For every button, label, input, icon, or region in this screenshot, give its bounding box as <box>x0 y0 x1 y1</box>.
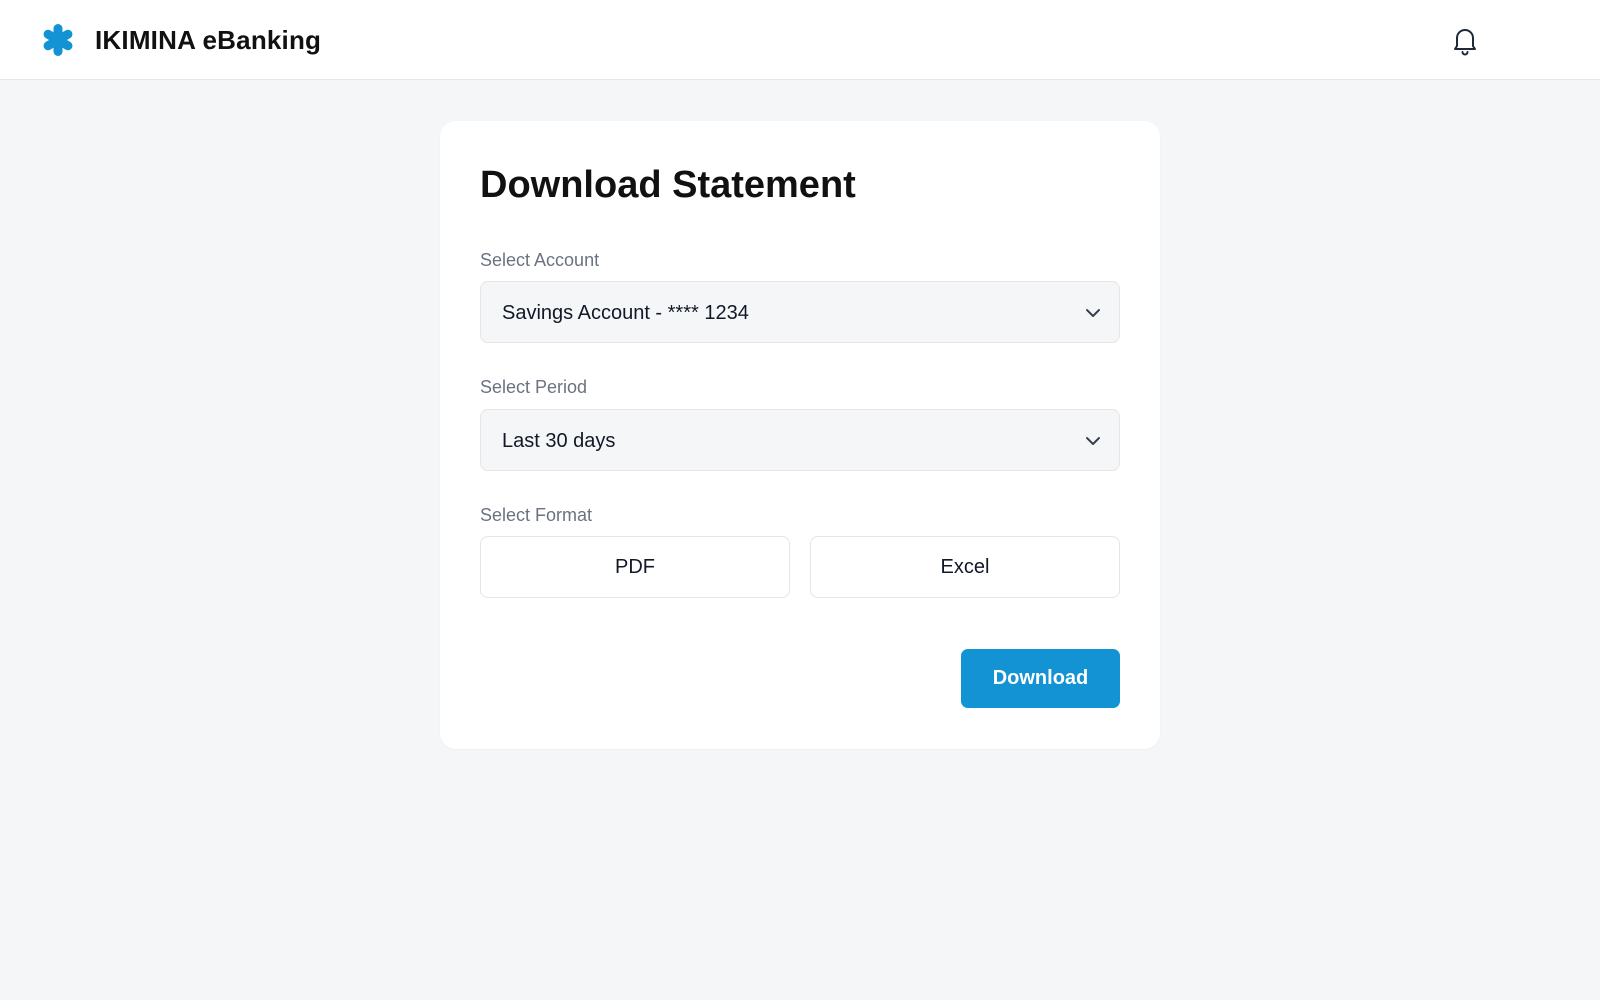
format-label: Select Format <box>480 505 593 525</box>
top-bar: IKIMINA eBanking <box>0 0 1600 80</box>
format-excel-button[interactable]: Excel <box>810 536 1120 598</box>
chevron-down-icon <box>1083 431 1103 451</box>
period-select[interactable]: Last 30 days <box>480 409 1120 471</box>
download-button[interactable]: Download <box>961 649 1120 708</box>
period-select-value: Last 30 days <box>502 430 616 452</box>
period-label: Select Period <box>480 377 588 397</box>
account-select[interactable]: Savings Account - **** 1234 <box>480 281 1120 343</box>
account-select-value: Savings Account - **** 1234 <box>502 302 749 324</box>
account-label: Select Account <box>480 250 600 270</box>
download-statement-card: Download Statement Select Account Saving… <box>440 121 1160 749</box>
chevron-down-icon <box>1083 303 1103 323</box>
page-title: Download Statement <box>480 164 856 206</box>
asterisk-icon <box>40 22 76 58</box>
app-title: IKIMINA eBanking <box>95 25 322 55</box>
format-pdf-button[interactable]: PDF <box>480 536 790 598</box>
bell-icon[interactable] <box>1449 24 1481 56</box>
